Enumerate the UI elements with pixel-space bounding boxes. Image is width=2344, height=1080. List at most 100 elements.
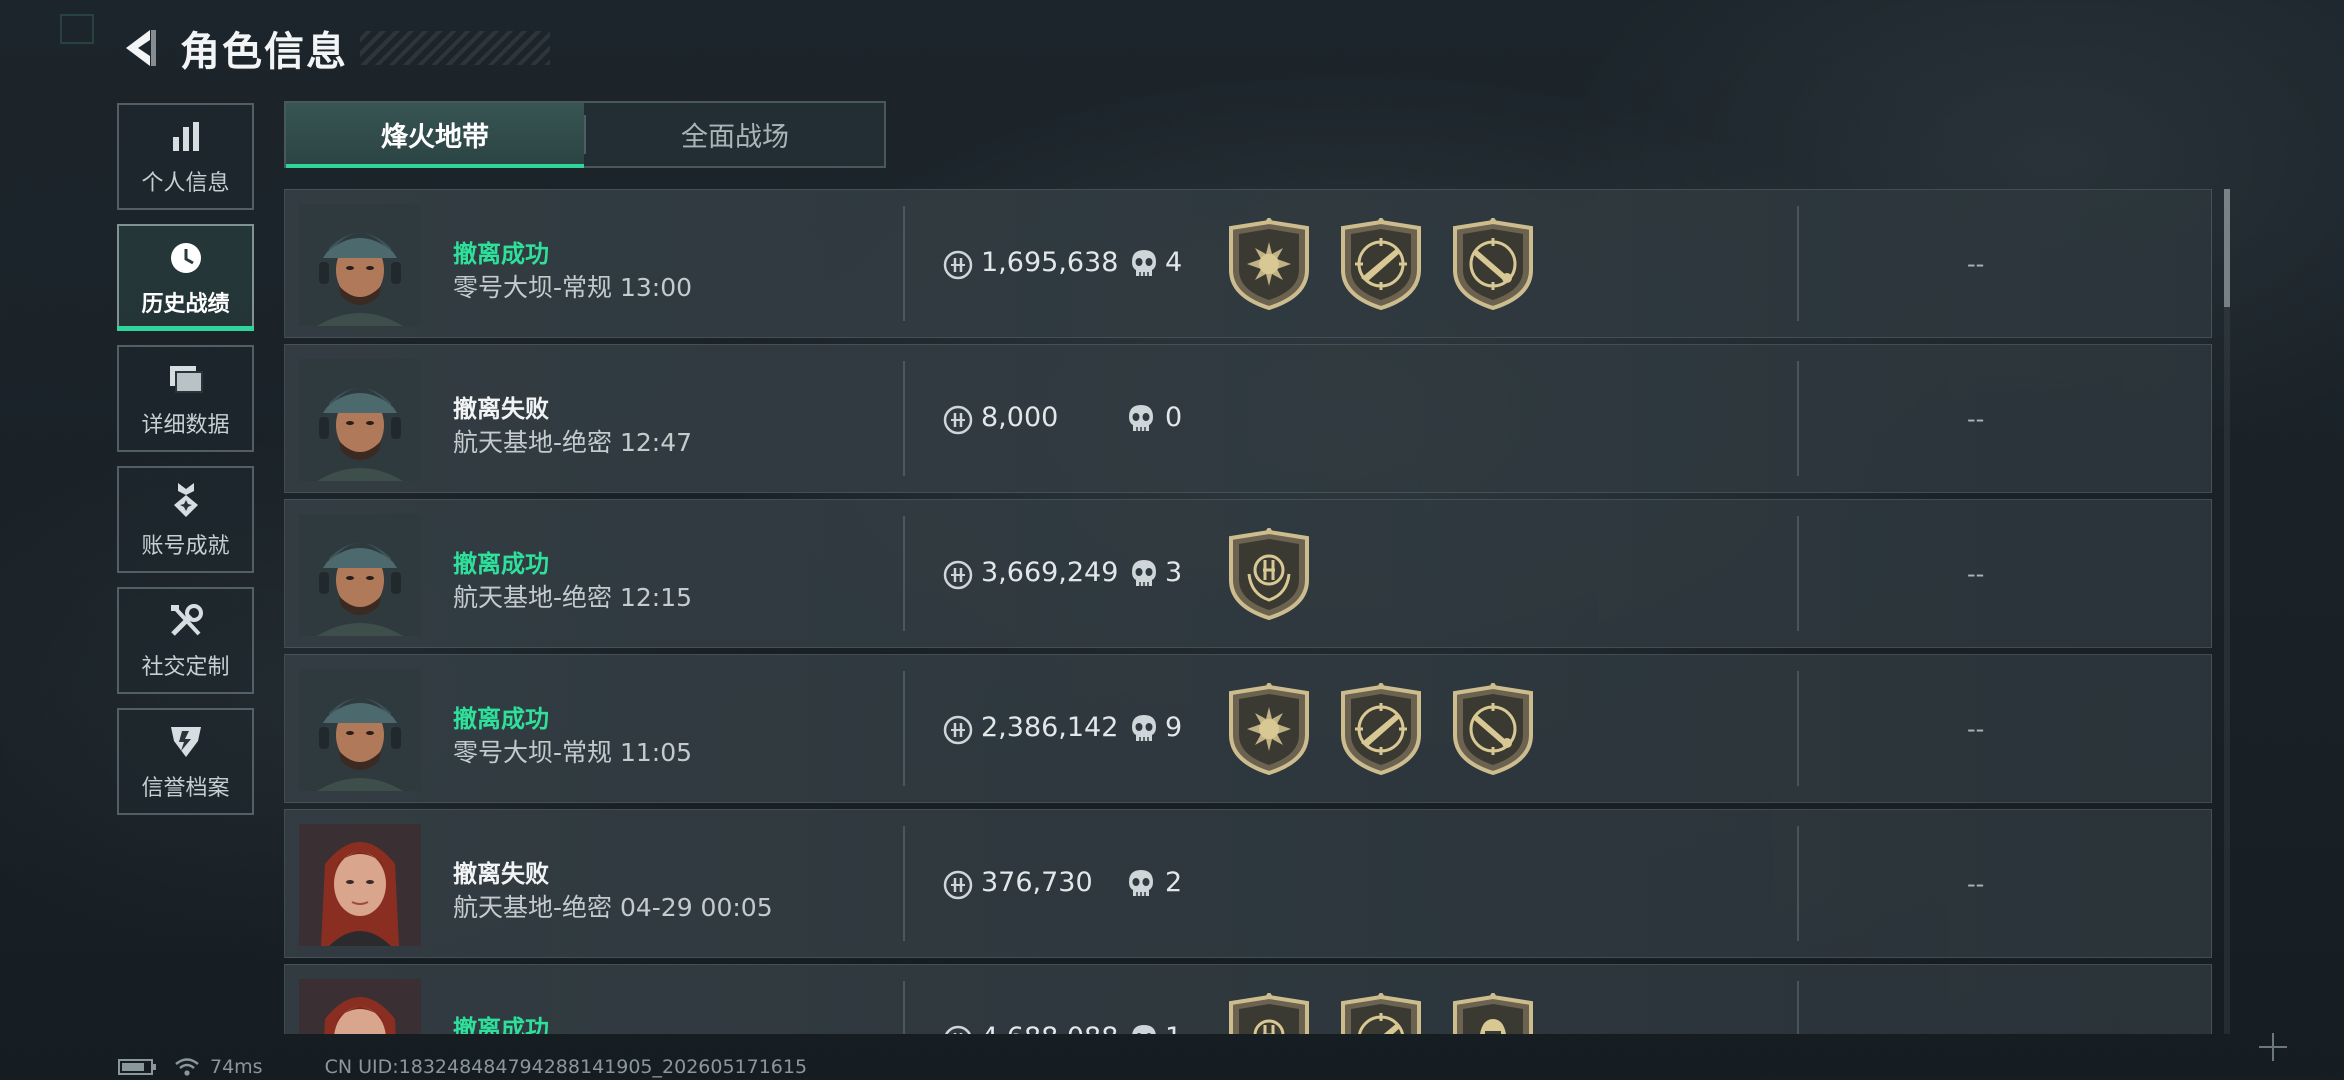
skull-icon <box>1127 403 1155 435</box>
column-divider <box>1797 826 1799 941</box>
sidebar-item-label: 信誉档案 <box>141 775 230 801</box>
map-and-time: 航天基地-绝密 04-29 00:05 <box>453 893 773 922</box>
coin-icon <box>943 405 973 435</box>
sidebar-item-achievements[interactable]: 账号成就 <box>117 466 254 573</box>
badge-list <box>1225 526 1313 621</box>
tab-warzone[interactable]: 烽火地带 <box>286 103 584 168</box>
medal-icon <box>166 480 206 520</box>
sidebar-item-personal-info[interactable]: 个人信息 <box>117 103 254 210</box>
sidebar-item-social-custom[interactable]: 社交定制 <box>117 587 254 694</box>
kills-value: 1 <box>1165 1022 1182 1034</box>
match-record-row[interactable]: 撤离成功 零号大坝-常规 13:00 1,695,638 4 -- <box>284 189 2212 338</box>
page-title: 角色信息 <box>180 29 348 75</box>
sidebar: 个人信息 历史战绩 详细数据 账号成就 社交定制 信誉档案 <box>117 103 254 829</box>
extraction-status: 撤离成功 <box>453 705 549 733</box>
extraction-status: 撤离失败 <box>453 860 549 888</box>
operator-avatar <box>299 514 421 636</box>
coins-value: 376,730 <box>981 867 1093 898</box>
scrollbar[interactable] <box>2224 189 2230 1034</box>
sidebar-item-match-history[interactable]: 历史战绩 <box>117 224 254 331</box>
kills-value: 4 <box>1165 247 1183 278</box>
coin-wreath-badge-icon[interactable] <box>1225 526 1313 621</box>
badge-list <box>1225 216 1537 311</box>
column-divider <box>1797 361 1799 476</box>
extra-value: -- <box>1967 405 1985 433</box>
ping-value: 74ms <box>210 1056 263 1078</box>
extra-value: -- <box>1967 715 1985 743</box>
rifle-badge-icon[interactable] <box>1337 681 1425 776</box>
map-and-time: 航天基地-绝密 12:15 <box>453 583 693 612</box>
extra-value: -- <box>1967 560 1985 588</box>
rocket-badge-icon[interactable] <box>1449 216 1537 311</box>
extra-value: -- <box>1967 250 1985 278</box>
badge-list <box>1225 681 1537 776</box>
sidebar-item-label: 个人信息 <box>141 170 230 196</box>
map-and-time: 零号大坝-常规 13:00 <box>453 273 693 302</box>
kills-value: 3 <box>1165 557 1183 588</box>
operator-avatar <box>299 204 421 326</box>
column-divider <box>1797 671 1799 786</box>
rocket-badge-icon[interactable] <box>1449 681 1537 776</box>
back-arrow-icon[interactable] <box>118 24 160 72</box>
skull-icon <box>1130 248 1158 280</box>
match-record-row[interactable]: 撤离成功 航天基地-绝密 12:15 3,669,249 3 -- <box>284 499 2212 648</box>
skull-icon <box>1127 868 1155 900</box>
skull-icon <box>1130 1023 1158 1034</box>
match-record-row[interactable]: 撤离成功 4,688,088 1 -- <box>284 964 2212 1034</box>
battery-icon <box>118 1057 158 1077</box>
badge-list <box>1225 991 1537 1034</box>
extra-value: -- <box>1967 1025 1984 1034</box>
column-divider <box>903 206 905 321</box>
column-divider <box>903 671 905 786</box>
match-record-row[interactable]: 撤离失败航天基地-绝密 12:47 8,000 0 -- <box>284 344 2212 493</box>
helmet-badge-icon[interactable] <box>1449 991 1537 1034</box>
coins-value: 2,386,142 <box>981 712 1119 743</box>
extraction-status: 撤离成功 <box>453 240 549 268</box>
wifi-icon <box>174 1056 200 1078</box>
match-record-row[interactable]: 撤离成功零号大坝-常规 11:05 2,386,142 9 -- <box>284 654 2212 803</box>
map-and-time: 零号大坝-常规 11:05 <box>453 738 693 767</box>
coins-value: 8,000 <box>981 402 1059 433</box>
sidebar-item-label: 社交定制 <box>141 654 230 680</box>
coin-icon <box>943 250 973 280</box>
rifle-badge-icon[interactable] <box>1337 216 1425 311</box>
sidebar-item-detailed-data[interactable]: 详细数据 <box>117 345 254 452</box>
sidebar-item-label: 详细数据 <box>141 412 230 438</box>
scrollbar-thumb[interactable] <box>2224 189 2230 307</box>
coins-value: 4,688,088 <box>981 1022 1118 1034</box>
match-record-row[interactable]: 撤离失败 航天基地-绝密 04-29 00:05 376,730 2 -- <box>284 809 2212 958</box>
match-record-list[interactable]: 撤离成功 零号大坝-常规 13:00 1,695,638 4 -- 撤离失败 航天基地-绝密… <box>284 189 2212 1034</box>
header: 角色信息 <box>118 24 550 75</box>
kills-value: 0 <box>1165 402 1183 433</box>
coin-icon <box>943 560 973 590</box>
kills-value: 2 <box>1165 867 1183 898</box>
column-divider <box>1797 206 1799 321</box>
sunburst-badge-icon[interactable] <box>1225 681 1313 776</box>
coin-icon <box>943 1025 973 1034</box>
sunburst-badge-icon[interactable] <box>1225 216 1313 311</box>
extraction-status: 撤离失败 <box>453 395 549 423</box>
corner-decoration <box>60 14 94 44</box>
column-divider <box>903 361 905 476</box>
operator-avatar <box>299 824 421 946</box>
badge-shield-icon <box>166 722 206 762</box>
extraction-status: 撤离成功 <box>453 1015 549 1034</box>
mode-tabs: 烽火地带 全面战场 <box>284 101 886 168</box>
plus-icon <box>2256 1030 2290 1064</box>
skull-icon <box>1130 558 1158 590</box>
kills-value: 9 <box>1165 712 1183 743</box>
sidebar-item-reputation[interactable]: 信誉档案 <box>117 708 254 815</box>
rifle-badge-icon[interactable] <box>1337 991 1425 1034</box>
coin-wreath-badge-icon[interactable] <box>1225 991 1313 1034</box>
title-decoration <box>360 31 550 65</box>
status-footer: 74ms CN UID:18324848479428814190​5_20260… <box>118 1056 807 1078</box>
column-divider <box>903 826 905 941</box>
operator-avatar <box>299 359 421 481</box>
column-divider <box>1797 981 1799 1034</box>
skull-icon <box>1130 713 1158 745</box>
tools-icon <box>166 601 206 641</box>
tab-battlefield[interactable]: 全面战场 <box>586 103 884 166</box>
operator-avatar <box>299 669 421 791</box>
column-divider <box>903 981 905 1034</box>
map-and-time: 航天基地-绝密 12:47 <box>453 428 693 457</box>
